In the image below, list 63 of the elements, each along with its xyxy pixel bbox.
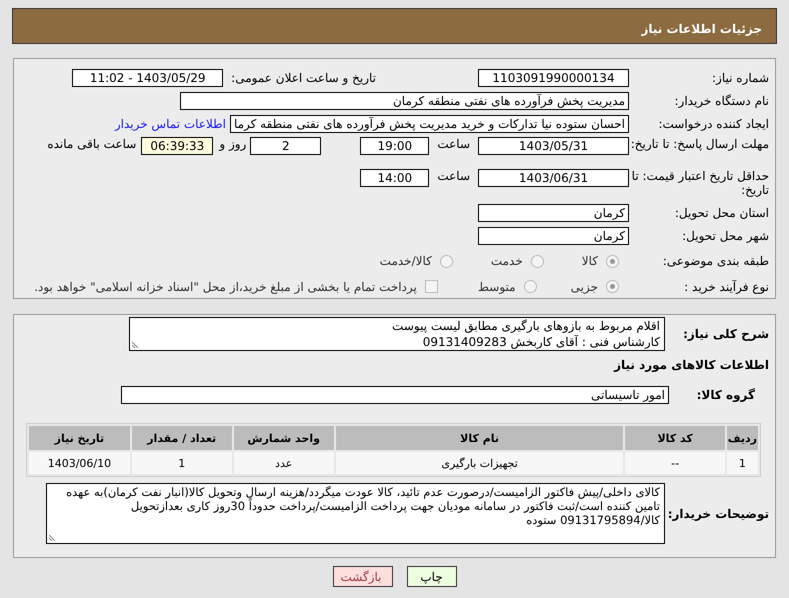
- table-cell: 1: [132, 452, 232, 474]
- field-label: شرح کلی نیاز:: [682, 326, 769, 341]
- input-field[interactable]: 2: [250, 137, 322, 155]
- radio-button[interactable]: [440, 254, 453, 268]
- timer-field: 06:39:33: [141, 137, 214, 155]
- column-header: واحد شمارش: [234, 426, 334, 450]
- page-title: جزئیات اطلاعات نیاز: [641, 21, 763, 36]
- column-header: تاریخ نیاز: [29, 426, 130, 450]
- description-box[interactable]: اقلام مربوط به بازوهای بارگیری مطابق لیست پیوست کارشناس فنی : آقای کاربخش 09131409283: [129, 317, 665, 351]
- radio-button[interactable]: [524, 280, 537, 293]
- contact-link[interactable]: اطلاعات تماس خریدار: [114, 116, 226, 130]
- resize-grip-icon: [49, 533, 57, 541]
- field-label: ایجاد کننده درخواست:: [657, 116, 769, 130]
- input-field[interactable]: 14:00: [360, 169, 430, 187]
- input-field[interactable]: کرمان: [478, 226, 629, 244]
- radio-label: کالا/خدمت: [380, 254, 432, 268]
- input-field[interactable]: 1103091990000134: [478, 68, 629, 86]
- field-label: روز و: [219, 137, 246, 151]
- field-label: گروه کالا:: [699, 388, 755, 402]
- field-label: نام دستگاه خریدار:: [674, 94, 769, 108]
- input-field[interactable]: 1403/05/31: [478, 137, 629, 155]
- table-cell: 1403/06/10: [29, 452, 130, 474]
- back-button[interactable]: بازگشت: [332, 566, 392, 587]
- field-label: تاریخ و ساعت اعلان عمومی:: [231, 70, 376, 84]
- notes-box[interactable]: کالای داخلی/پیش فاکتور الزامیست/درصورت عدم تائید، کالا عودت میگردد/هزینه ارسال وتحویل کالا(انبار نفت کرمان)به عهده تامین کننده است/ثبت فاکتور در سامانه مودیان جهت پرداخت الزامیست/پرداخت حدوداً 30روز کاری بعدازتحویل کالا/09131795894 ستوده: [46, 483, 665, 544]
- resize-grip-icon: [132, 340, 140, 348]
- radio-button[interactable]: [606, 280, 619, 293]
- column-header: ردیف: [726, 426, 758, 450]
- input-field[interactable]: 19:00: [360, 137, 430, 155]
- input-field[interactable]: امور تاسیساتی: [121, 386, 669, 404]
- field-label: نوع فرآیند خرید :: [683, 280, 769, 294]
- radio-button[interactable]: [606, 254, 619, 268]
- checkbox-label: پرداخت تمام یا بخشی از مبلغ خرید،از محل "اسناد خزانه اسلامی" خواهد بود.: [34, 280, 417, 294]
- radio-label: جزیی: [570, 280, 598, 294]
- table-cell: 1: [726, 452, 758, 474]
- table-cell: --: [625, 452, 725, 474]
- field-label: طبقه بندی موضوعی:: [662, 254, 769, 268]
- field-label: حداقل تاریخ اعتبار قیمت: تا تاریخ:: [630, 169, 769, 197]
- field-label: شهر محل تحویل:: [681, 228, 769, 242]
- field-label: شماره نیاز:: [711, 70, 769, 84]
- field-label: توضیحات خریدار:: [666, 506, 769, 520]
- field-label: استان محل تحویل:: [674, 206, 769, 220]
- table-cell: تجهیزات بارگیری: [336, 452, 624, 474]
- checkbox[interactable]: [424, 280, 438, 293]
- column-header: کد کالا: [625, 426, 725, 450]
- input-field[interactable]: احسان ستوده نیا تدارکات و خرید مدیریت پخش فرآورده های نفتی منطقه کرما: [230, 114, 629, 132]
- radio-label: خدمت: [490, 254, 523, 268]
- field-label: مهلت ارسال پاسخ: تا تاریخ:: [630, 137, 769, 151]
- table-cell: عدد: [234, 452, 334, 474]
- section-title: اطلاعات کالاهای مورد نیاز: [612, 358, 769, 373]
- radio-label: کالا: [582, 254, 598, 268]
- column-header: نام کالا: [336, 426, 624, 450]
- radio-label: متوسط: [478, 280, 516, 294]
- print-button[interactable]: چاپ: [406, 566, 456, 587]
- field-label: ساعت: [437, 137, 470, 151]
- input-field[interactable]: کرمان: [478, 204, 629, 222]
- input-field[interactable]: مدیریت پخش فرآورده های نفتی منطقه کرمان: [180, 92, 629, 110]
- field-label: ساعت باقی مانده: [47, 137, 136, 151]
- radio-button[interactable]: [530, 254, 544, 268]
- input-field[interactable]: 1403/06/31: [478, 169, 629, 187]
- column-header: تعداد / مقدار: [132, 426, 232, 450]
- field-label: ساعت: [437, 169, 470, 183]
- input-field[interactable]: 1403/05/29 - 11:02: [72, 68, 224, 86]
